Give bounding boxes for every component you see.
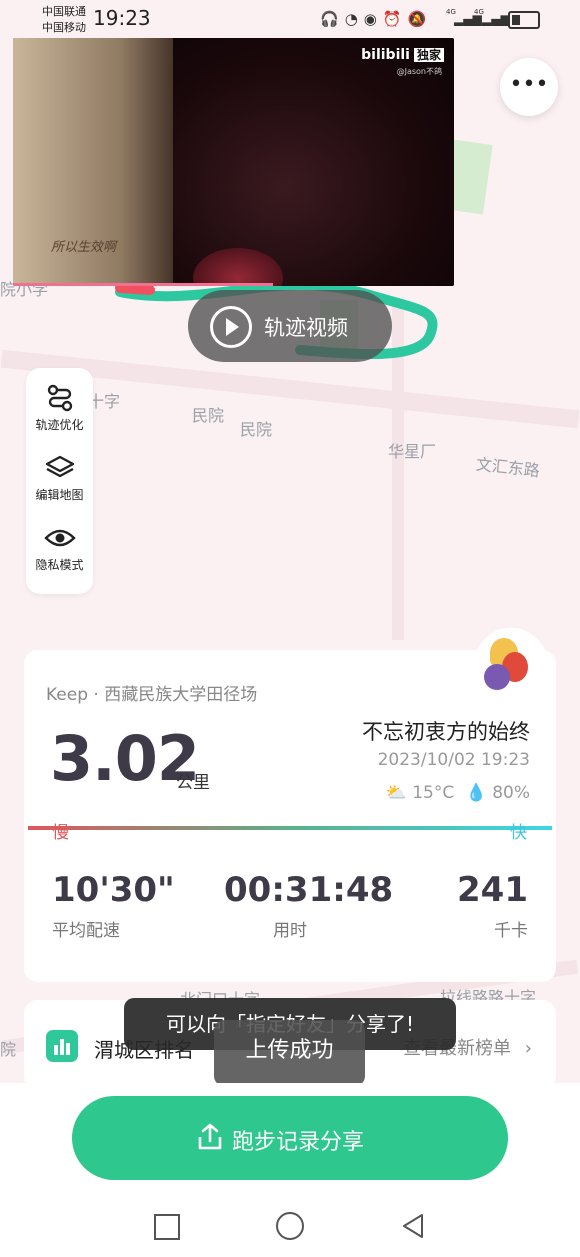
- map-label: 民院: [192, 406, 225, 425]
- weather: ⛅ 15°C 💧 80%: [386, 783, 530, 803]
- video-subtitle: 所以生效啊: [51, 240, 117, 255]
- chevron-right-icon: ›: [524, 1038, 532, 1059]
- headphone-icon: 🎧: [320, 10, 345, 28]
- run-datetime: 2023/10/02 19:23: [377, 750, 530, 770]
- upload-success-toast: 上传成功: [214, 1020, 365, 1086]
- cloud-sun-icon: ⛅: [385, 783, 407, 803]
- run-name: 不忘初衷方的始终: [362, 720, 530, 744]
- eye-icon: [43, 529, 76, 547]
- side-item-label: 隐私模式: [35, 558, 84, 572]
- share-run-button[interactable]: 跑步记录分享: [72, 1096, 508, 1180]
- home-button[interactable]: [276, 1212, 304, 1240]
- recents-button[interactable]: [154, 1214, 180, 1240]
- side-menu: 轨迹优化 编辑地图 隐私模式: [26, 368, 93, 594]
- back-button[interactable]: [400, 1212, 426, 1240]
- video-uploader: @Jason不鸽: [396, 67, 442, 76]
- stat-duration: 00:31:48 用时: [224, 870, 394, 941]
- pace-gradient-bar: [28, 826, 552, 830]
- stat-calories: 241 千卡: [457, 870, 528, 941]
- status-bar: 中国联通 中国移动 19:23 🎧◔◉⏰🔕 4G 4G ▂▄▆ ▂▄▆: [0, 0, 580, 38]
- signal-icon: ▂▄▆: [454, 12, 482, 26]
- stat-label: 用时: [273, 921, 307, 941]
- temperature: 15°C: [412, 783, 455, 803]
- side-item-label: 轨迹优化: [35, 418, 84, 432]
- video-badge: 独家: [413, 48, 444, 62]
- distance-unit: 公里: [176, 773, 210, 793]
- battery-icon: [508, 11, 540, 29]
- side-item-privacy[interactable]: 隐私模式: [26, 524, 93, 573]
- slow-label: 慢: [52, 823, 69, 843]
- chart-icon: [46, 1030, 78, 1062]
- play-icon: [210, 306, 252, 348]
- side-item-edit-map[interactable]: 编辑地图: [26, 454, 93, 503]
- location-label: Keep · 西藏民族大学田径场: [46, 685, 258, 705]
- system-nav-bar: [0, 1194, 580, 1257]
- map-label: 文汇东路: [475, 454, 541, 481]
- trajectory-video-button[interactable]: 轨迹视频: [188, 290, 392, 362]
- speed-icon: ◔: [344, 10, 364, 28]
- mute-icon: 🔕: [407, 10, 433, 28]
- trajectory-video-label: 轨迹视频: [264, 316, 348, 340]
- droplet-icon: 💧: [465, 783, 487, 803]
- eye-icon: ◉: [363, 10, 383, 28]
- carrier-1: 中国联通: [42, 5, 86, 18]
- avatar[interactable]: [474, 628, 548, 702]
- stat-value: 10'30": [52, 870, 175, 910]
- side-item-route-optimize[interactable]: 轨迹优化: [26, 384, 93, 433]
- route-icon: [47, 384, 72, 412]
- clock: 19:23: [93, 6, 151, 30]
- status-icons: 🎧◔◉⏰🔕: [320, 10, 432, 28]
- humidity: 80%: [492, 783, 530, 803]
- video-logo: bilibili 独家: [361, 46, 444, 63]
- video-player[interactable]: bilibili 独家 @Jason不鸽 所以生效啊: [13, 38, 454, 286]
- signal-icon: ▂▄▆: [482, 12, 510, 26]
- fast-label: 快: [510, 823, 527, 843]
- stat-label: 千卡: [494, 921, 528, 941]
- video-progress: [13, 283, 273, 286]
- more-button[interactable]: •••: [500, 58, 558, 116]
- stat-value: 241: [457, 870, 528, 910]
- layers-icon: [45, 455, 74, 478]
- map-label: 民院: [240, 420, 273, 439]
- more-icon: •••: [509, 72, 549, 97]
- map-label: 院: [0, 1040, 17, 1059]
- share-icon: [198, 1123, 222, 1150]
- stat-pace: 10'30" 平均配速: [52, 870, 175, 941]
- stat-value: 00:31:48: [224, 870, 394, 910]
- record-card: Keep · 西藏民族大学田径场 3.02 公里 不忘初衷方的始终 2023/1…: [24, 628, 556, 982]
- carrier-2: 中国移动: [42, 21, 86, 34]
- share-run-label: 跑步记录分享: [232, 1130, 365, 1155]
- map-label: 华星厂: [388, 442, 437, 461]
- alarm-icon: ⏰: [382, 10, 408, 28]
- side-item-label: 编辑地图: [35, 488, 84, 502]
- stat-label: 平均配速: [52, 921, 120, 941]
